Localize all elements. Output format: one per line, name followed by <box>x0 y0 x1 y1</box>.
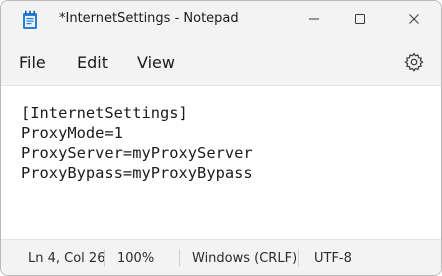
close-button[interactable] <box>391 1 437 37</box>
status-divider <box>104 249 105 267</box>
notepad-icon <box>23 10 37 29</box>
line-ending: Windows (CRLF) <box>192 251 298 266</box>
minimize-icon <box>309 18 319 20</box>
menu-file[interactable]: File <box>19 53 46 72</box>
gear-icon <box>404 52 424 72</box>
editor-line: ProxyServer=myProxyServer <box>21 144 253 162</box>
menu-view[interactable]: View <box>137 53 175 72</box>
editor-line: ProxyBypass=myProxyBypass <box>21 164 253 182</box>
encoding: UTF-8 <box>314 251 352 266</box>
notepad-window: *InternetSettings - Notepad File Edit Vi… <box>0 0 442 276</box>
editor-line: ProxyMode=1 <box>21 124 123 142</box>
maximize-icon <box>355 14 365 24</box>
settings-button[interactable] <box>403 51 425 73</box>
zoom-level: 100% <box>117 251 155 266</box>
window-title: *InternetSettings - Notepad <box>59 11 239 26</box>
close-icon <box>409 14 419 24</box>
status-divider <box>179 249 180 267</box>
menu-edit[interactable]: Edit <box>77 53 108 72</box>
status-divider <box>298 249 299 267</box>
editor-line: [InternetSettings] <box>21 104 188 122</box>
text-editor[interactable]: [InternetSettings] ProxyMode=1 ProxyServ… <box>1 85 441 239</box>
editor-content[interactable]: [InternetSettings] ProxyMode=1 ProxyServ… <box>21 103 253 183</box>
cursor-position: Ln 4, Col 26 <box>28 251 106 266</box>
title-bar[interactable]: *InternetSettings - Notepad <box>1 1 441 39</box>
minimize-button[interactable] <box>291 1 337 37</box>
status-bar: Ln 4, Col 26 100% Windows (CRLF) UTF-8 <box>1 239 441 275</box>
menu-bar: File Edit View <box>1 39 441 85</box>
maximize-button[interactable] <box>337 1 383 37</box>
